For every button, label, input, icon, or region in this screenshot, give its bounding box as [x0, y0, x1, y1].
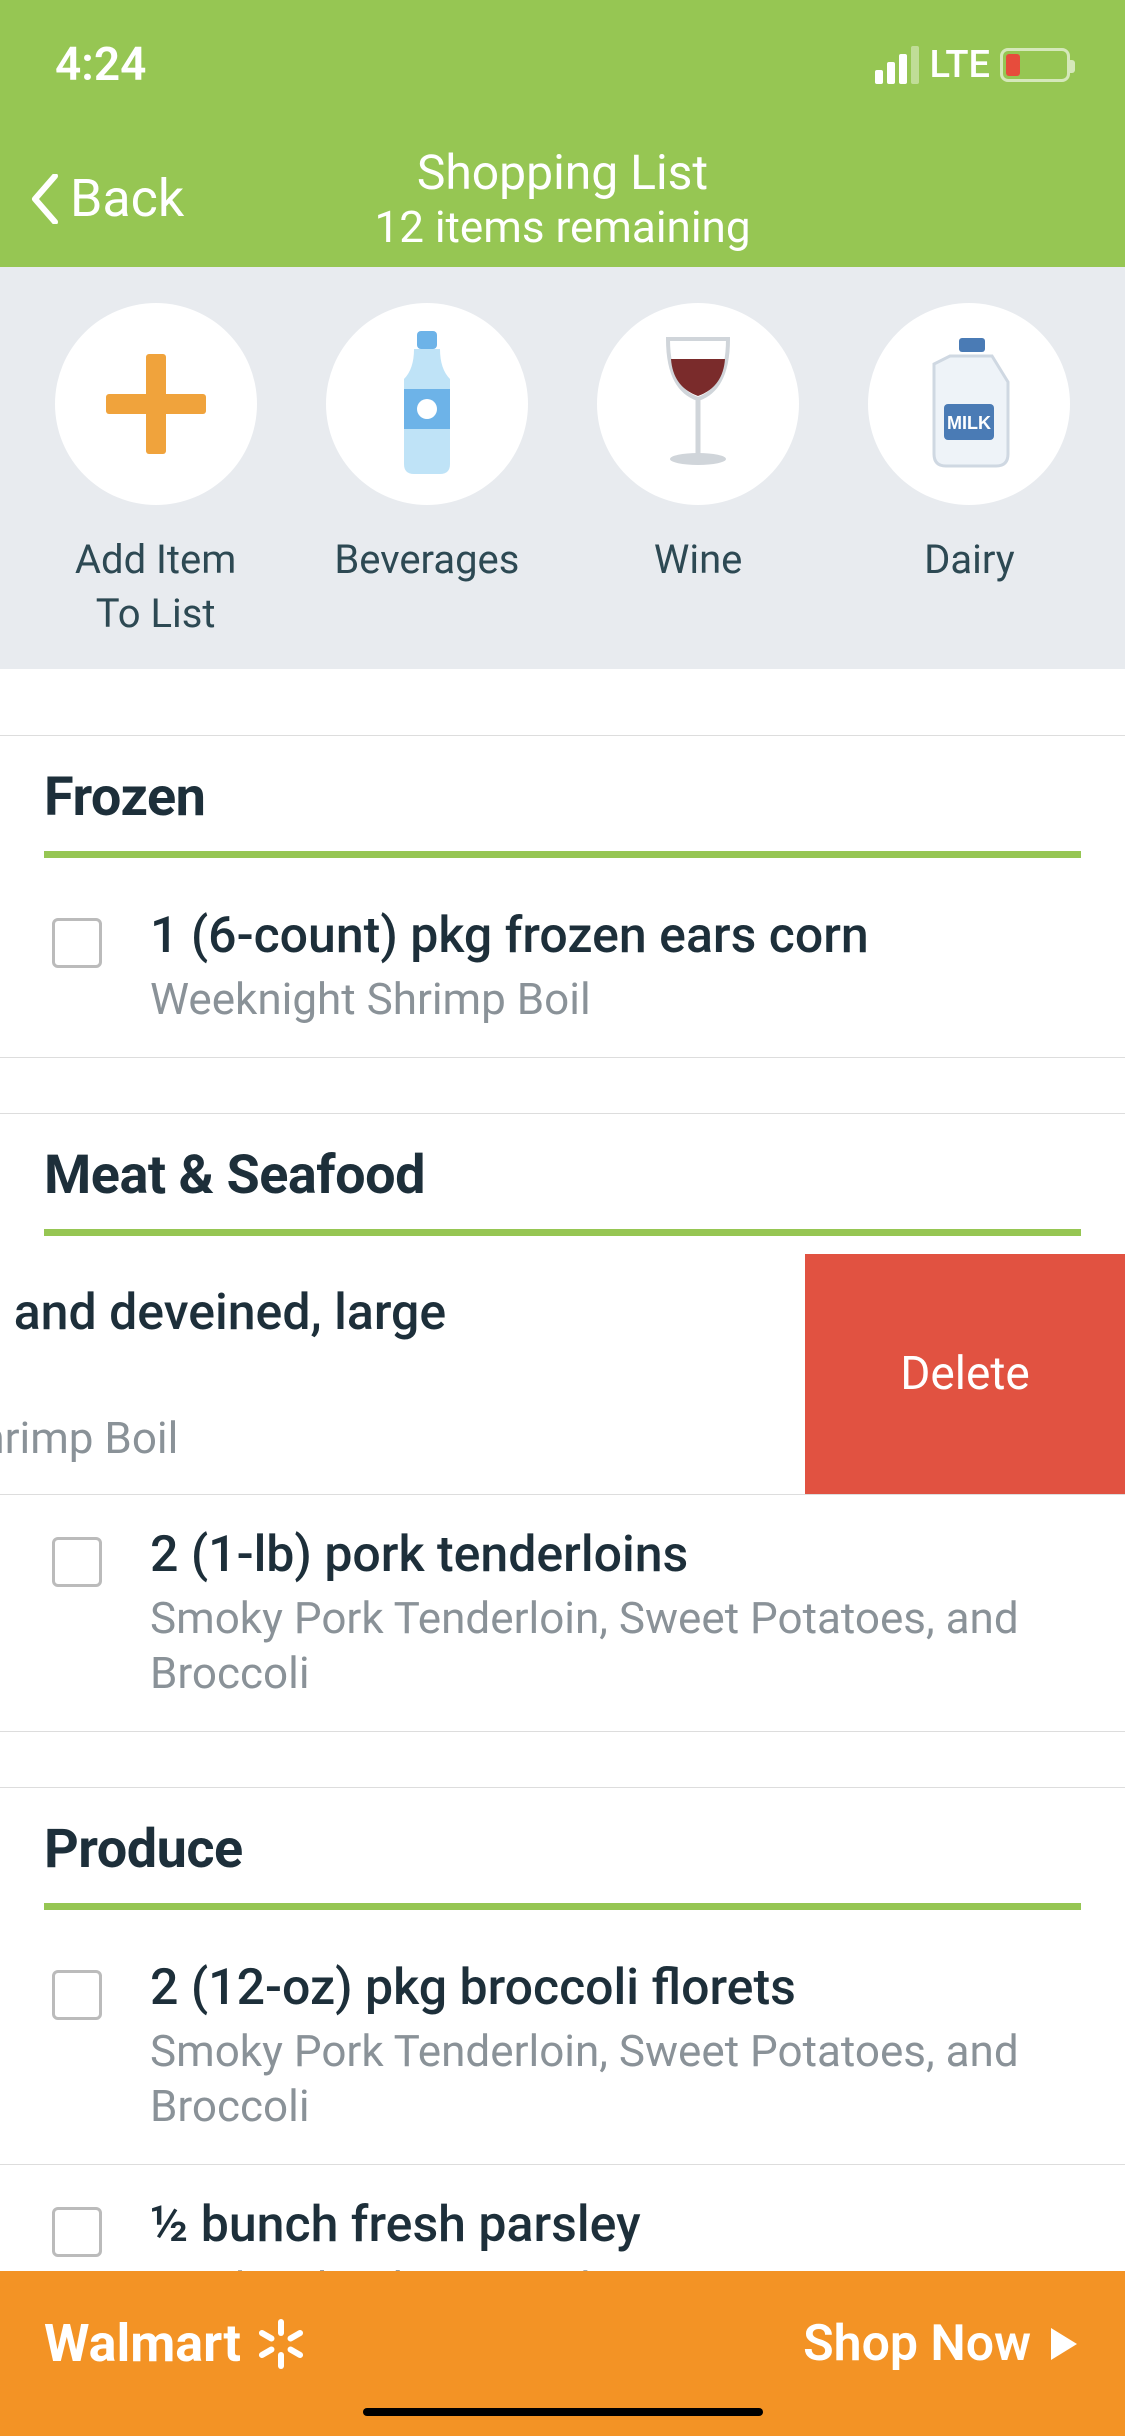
- section-header-produce: Produce: [0, 1788, 1125, 1928]
- battery-icon: [1000, 48, 1070, 82]
- shop-now-label: Shop Now: [803, 2315, 1031, 2373]
- item-title: 2 (12-oz) pkg broccoli florets: [150, 1958, 1081, 2018]
- section-title: Meat & Seafood: [44, 1144, 1081, 1207]
- checkbox[interactable]: [52, 2207, 102, 2257]
- walmart-logo[interactable]: Walmart: [44, 2313, 309, 2374]
- category-add-item[interactable]: Add Item To List: [31, 303, 281, 641]
- item-title: 1 (6-count) pkg frozen ears corn: [150, 906, 1081, 966]
- category-wine[interactable]: Wine: [573, 303, 823, 587]
- list-item[interactable]: 1 (6-count) pkg frozen ears corn Weeknig…: [0, 876, 1125, 1058]
- status-bar: 4:24 LTE: [0, 0, 1125, 130]
- back-button[interactable]: Back: [30, 168, 184, 229]
- signal-icon: [875, 46, 919, 84]
- item-subtitle: ght Shrimp Boil: [0, 1411, 805, 1466]
- section-header-frozen: Frozen: [0, 736, 1125, 876]
- brand-label: Walmart: [44, 2313, 241, 2374]
- home-indicator[interactable]: [363, 2408, 763, 2416]
- shop-now-button[interactable]: Shop Now: [803, 2315, 1081, 2373]
- item-subtitle: Smoky Pork Tenderloin, Sweet Potatoes, a…: [150, 1591, 1081, 1701]
- svg-text:MILK: MILK: [947, 413, 991, 433]
- item-title: 2 (1-lb) pork tenderloins: [150, 1525, 1081, 1585]
- category-label: Add Item To List: [75, 533, 236, 641]
- checkbox[interactable]: [52, 1537, 102, 1587]
- category-label: Wine: [654, 533, 743, 587]
- categories-row: Add Item To List Beverages Wine MILK Dai…: [0, 267, 1125, 669]
- checkbox[interactable]: [52, 918, 102, 968]
- plus-icon: [101, 349, 211, 459]
- back-label: Back: [70, 168, 184, 229]
- chevron-left-icon: [30, 174, 60, 224]
- section-title: Frozen: [44, 766, 1081, 829]
- status-right: LTE: [875, 43, 1070, 87]
- delete-button[interactable]: Delete: [805, 1254, 1125, 1494]
- network-label: LTE: [929, 43, 990, 87]
- play-icon: [1047, 2324, 1081, 2364]
- page-subtitle: 12 items remaining: [374, 201, 750, 253]
- item-subtitle: Weeknight Shrimp Boil: [150, 972, 1081, 1027]
- section-title: Produce: [44, 1818, 1081, 1881]
- list-item-swiped[interactable]: eeled and deveined, largerimp ght Shrimp…: [0, 1254, 1125, 1495]
- page-title: Shopping List: [374, 144, 750, 201]
- list-item[interactable]: 2 (12-oz) pkg broccoli florets Smoky Por…: [0, 1928, 1125, 2165]
- bottle-icon: [392, 329, 462, 479]
- walmart-spark-icon: [253, 2316, 309, 2372]
- item-subtitle: Smoky Pork Tenderloin, Sweet Potatoes, a…: [150, 2024, 1081, 2134]
- category-dairy[interactable]: MILK Dairy: [844, 303, 1094, 587]
- wine-glass-icon: [648, 329, 748, 479]
- milk-jug-icon: MILK: [914, 334, 1024, 474]
- list-item[interactable]: 2 (1-lb) pork tenderloins Smoky Pork Ten…: [0, 1495, 1125, 1732]
- category-label: Beverages: [334, 533, 519, 587]
- item-title: eeled and deveined, largerimp: [0, 1282, 805, 1407]
- category-label: Dairy: [924, 533, 1015, 587]
- category-beverages[interactable]: Beverages: [302, 303, 552, 587]
- checkbox[interactable]: [52, 1970, 102, 2020]
- nav-header: Back Shopping List 12 items remaining: [0, 130, 1125, 267]
- item-title: ½ bunch fresh parsley: [150, 2195, 1081, 2255]
- section-header-meat-seafood: Meat & Seafood: [0, 1114, 1125, 1254]
- status-time: 4:24: [55, 38, 146, 92]
